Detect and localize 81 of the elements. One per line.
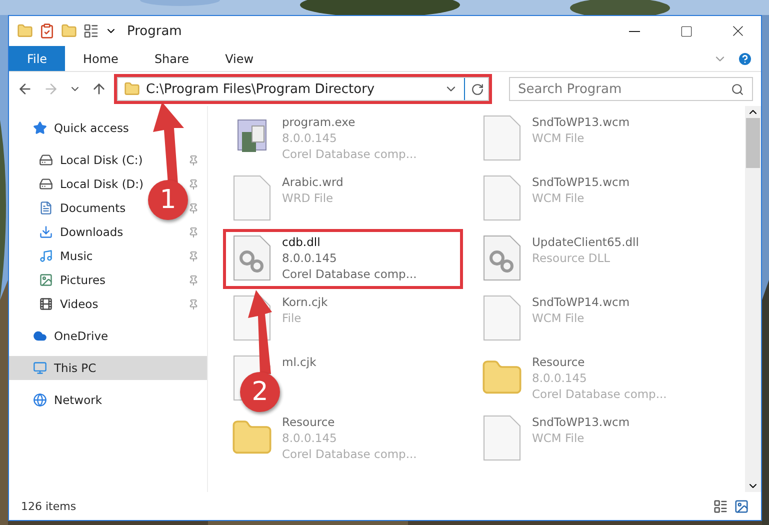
file-detail: WCM File xyxy=(532,130,584,146)
file-name[interactable]: SndToWP13.wcm xyxy=(532,114,630,130)
file-detail: Corel Database comp... xyxy=(282,446,417,462)
new-folder-icon[interactable] xyxy=(61,23,77,39)
file-detail: Corel Database comp... xyxy=(282,266,417,282)
pc-icon xyxy=(33,361,47,375)
pin-icon[interactable] xyxy=(188,202,199,214)
downloads-icon xyxy=(39,225,53,239)
properties-icon[interactable] xyxy=(39,23,55,39)
folder-icon[interactable] xyxy=(17,23,33,39)
file-name[interactable]: Arabic.wrd xyxy=(282,174,344,190)
ribbon-tab[interactable]: Share xyxy=(136,46,208,71)
star-icon xyxy=(33,121,47,135)
file-detail: WCM File xyxy=(532,190,584,206)
scrollbar[interactable] xyxy=(745,106,761,492)
item-count: 126 items xyxy=(21,500,76,512)
pin-icon[interactable] xyxy=(188,298,199,310)
view-icon[interactable] xyxy=(83,23,99,39)
large-icons-view-icon[interactable] xyxy=(734,498,749,514)
address-bar[interactable]: C:\Program Files\Program Directory xyxy=(117,77,489,101)
file-menu-button[interactable]: File xyxy=(9,46,65,71)
file-name[interactable]: program.exe xyxy=(282,114,356,130)
sidebar-item-label[interactable]: This PC xyxy=(54,361,96,375)
pin-icon[interactable] xyxy=(188,154,199,166)
refresh-icon[interactable] xyxy=(471,82,484,96)
music-icon xyxy=(39,249,53,263)
file-detail: Corel Database comp... xyxy=(282,146,417,162)
cloud-icon xyxy=(33,329,47,343)
file-name[interactable]: Resource xyxy=(532,354,585,370)
sidebar-item-label[interactable]: Documents xyxy=(60,201,126,215)
file-detail: Corel Database comp... xyxy=(532,386,667,402)
folder-icon xyxy=(124,81,140,97)
sidebar-item-label[interactable]: Downloads xyxy=(60,225,124,239)
file-detail: 8.0.0.145 xyxy=(532,370,587,386)
up-button[interactable] xyxy=(91,81,107,97)
file-name[interactable]: SndToWP13.wcm xyxy=(532,414,630,430)
file-name[interactable]: UpdateClient65.dll xyxy=(532,234,639,250)
file-name[interactable]: SndToWP14.wcm xyxy=(532,294,630,310)
file-detail: 8.0.0.145 xyxy=(282,250,337,266)
sidebar-item-label[interactable]: Videos xyxy=(60,297,98,311)
highlighted-file-item[interactable]: cdb.dll 8.0.0.145 Corel Database comp... xyxy=(226,232,460,286)
file-name[interactable]: Korn.cjk xyxy=(282,294,328,310)
window-title: Program xyxy=(127,24,183,38)
forward-button[interactable] xyxy=(43,81,59,97)
maximize-icon xyxy=(680,24,692,38)
scroll-thumb[interactable] xyxy=(746,118,760,168)
selected-sidebar-item[interactable]: This PC xyxy=(9,356,207,380)
sidebar-item-label[interactable]: Local Disk (C:) xyxy=(60,153,143,167)
file-name[interactable]: Resource xyxy=(282,414,335,430)
pin-icon[interactable] xyxy=(188,250,199,262)
sidebar-item-label[interactable]: Music xyxy=(60,249,93,263)
sidebar-item-label[interactable]: Local Disk (D:) xyxy=(60,177,144,191)
pin-icon[interactable] xyxy=(188,178,199,190)
minimize-icon xyxy=(628,30,640,32)
sidebar-item-label[interactable]: Network xyxy=(54,393,102,407)
file-detail: Resource DLL xyxy=(532,250,610,266)
file-detail: 8.0.0.145 xyxy=(282,130,337,146)
help-icon[interactable] xyxy=(737,50,753,66)
file-name[interactable]: ml.cjk xyxy=(282,354,316,370)
back-button[interactable] xyxy=(17,81,33,97)
file-name[interactable]: SndToWP15.wcm xyxy=(532,174,630,190)
videos-icon xyxy=(39,297,53,311)
pin-icon[interactable] xyxy=(188,274,199,286)
file-detail: WCM File xyxy=(532,310,584,326)
ribbon-tab[interactable]: Home xyxy=(65,46,136,71)
pin-icon[interactable] xyxy=(188,226,199,238)
sidebar-item-label[interactable]: Pictures xyxy=(60,273,106,287)
file-name[interactable]: cdb.dll xyxy=(282,234,320,250)
file-detail: File xyxy=(282,310,302,326)
details-view-icon[interactable] xyxy=(713,498,728,514)
network-icon xyxy=(33,393,47,407)
sidebar-item-label[interactable]: OneDrive xyxy=(54,329,108,343)
search-field[interactable]: Search Program xyxy=(509,77,753,101)
pictures-icon xyxy=(39,273,53,287)
file-detail: 8.0.0.145 xyxy=(282,430,337,446)
ribbon-tab[interactable]: View xyxy=(207,46,272,71)
file-detail: WCM File xyxy=(532,430,584,446)
search-icon xyxy=(731,82,744,96)
sidebar-item-label[interactable]: Quick access xyxy=(54,121,129,135)
documents-icon xyxy=(39,201,53,215)
file-detail: WRD File xyxy=(282,190,334,206)
